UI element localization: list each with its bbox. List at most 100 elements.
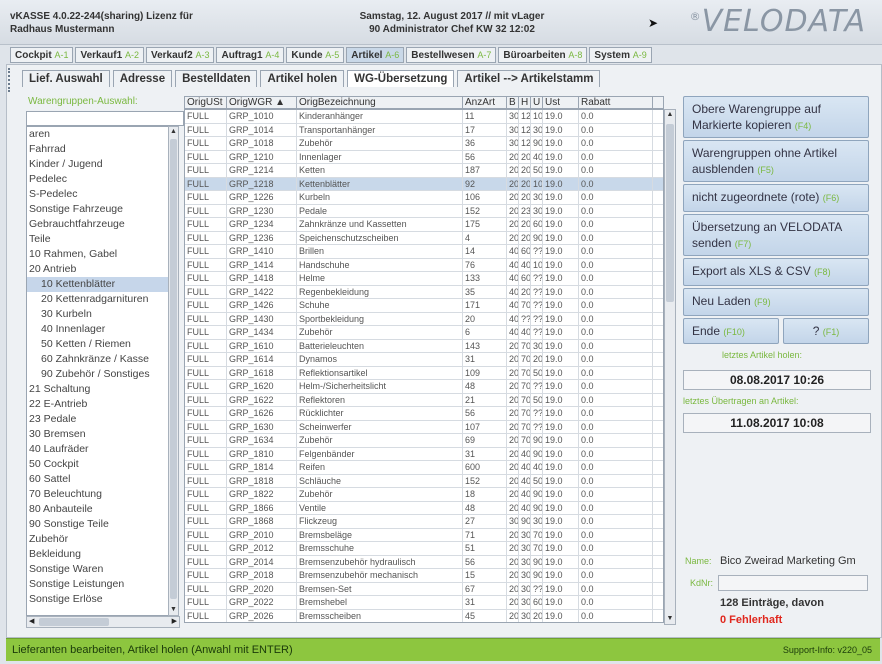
table-row[interactable]: FULL GRP_2026 Bremsscheiben 45 20 30 20 19.0 0.0 — [185, 609, 663, 622]
scroll-right-icon[interactable]: ▶ — [172, 617, 177, 627]
end-button[interactable]: Ende (F10) — [683, 318, 779, 344]
table-row[interactable]: FULL GRP_1430 Sportbekleidung 20 40???? 19.0 0… — [185, 312, 663, 326]
table-row[interactable]: FULL GRP_1236 Speichenschutzscheiben 4 20 20 9… — [185, 231, 663, 245]
reload-button[interactable]: Neu Laden (F9) — [683, 288, 869, 316]
table-row[interactable]: FULL GRP_1226 Kurbeln 106 20 20 30 19.0 0.0 — [185, 191, 663, 205]
wg-list-item[interactable]: 30 Kurbeln — [27, 307, 169, 322]
wg-list-item[interactable]: Sonstige Fahrzeuge — [27, 202, 169, 217]
table-row[interactable]: FULL GRP_1620 Helm-/Sicherheitslicht 48 20 70… — [185, 380, 663, 394]
table-row[interactable]: FULL GRP_1422 Regenbekleidung 35 40 20?? 19.0 0… — [185, 285, 663, 299]
wg-list-item[interactable]: aren — [27, 127, 169, 142]
wg-list-item[interactable]: 70 Beleuchtung — [27, 487, 169, 502]
scroll-left-icon[interactable]: ◀ — [29, 617, 34, 627]
table-row[interactable]: FULL GRP_1818 Schläuche 152 20 40 50 19.0 0.0 — [185, 474, 663, 488]
tab-adresse[interactable]: Adresse — [112, 70, 173, 87]
copy-wg-button[interactable]: Obere Warengruppe auf Markierte kopieren… — [683, 96, 869, 138]
col-anzart[interactable]: AnzArt — [463, 97, 507, 109]
scroll-thumb[interactable] — [666, 124, 674, 302]
col-origwgr[interactable]: OrigWGR ▲ — [227, 97, 297, 109]
table-row[interactable]: FULL GRP_1868 Flickzeug 27 30 90 30 19.0 0.0 — [185, 515, 663, 529]
tab-bueroarbeiten[interactable]: Büroarbeiten A-8 — [498, 47, 588, 63]
tab-system[interactable]: System A-9 — [589, 47, 652, 63]
wg-list-item[interactable]: Sonstige Erlöse — [27, 592, 169, 607]
tab-kunde[interactable]: Kunde A-5 — [286, 47, 345, 63]
scroll-up-icon[interactable]: ▲ — [169, 127, 178, 137]
tab-bestellwesen[interactable]: Bestellwesen A-7 — [406, 47, 497, 63]
wg-list-item[interactable]: 90 Sonstige Teile — [27, 517, 169, 532]
table-row[interactable]: FULL GRP_1234 Zahnkränze und Kassetten 175 2… — [185, 218, 663, 232]
table-row[interactable]: FULL GRP_1410 Brillen 14 40 60?? 19.0 0.0 — [185, 245, 663, 259]
table-row[interactable]: FULL GRP_1822 Zubehör 18 20 40 90 19.0 0.0 — [185, 488, 663, 502]
table-row[interactable]: FULL GRP_1814 Reifen 600 20 40 40 19.0 0.0 — [185, 461, 663, 475]
tab-verkauf2[interactable]: Verkauf2 A-3 — [145, 47, 215, 63]
tab-artikel-holen[interactable]: Artikel holen — [260, 70, 345, 87]
wg-list-item[interactable]: 60 Sattel — [27, 472, 169, 487]
wg-list-scrollbar[interactable]: ▲ ▼ — [168, 126, 179, 616]
wg-list-item[interactable]: Fahrrad — [27, 142, 169, 157]
table-row[interactable]: FULL GRP_2010 Bremsbeläge 71 20 30 70 19.0 0.0 — [185, 528, 663, 542]
table-row[interactable]: FULL GRP_1418 Helme 133 40 60?? 19.0 0.0 — [185, 272, 663, 286]
table-row[interactable]: FULL GRP_2018 Bremsenzubehör mechanisch 15 2… — [185, 569, 663, 583]
table-row[interactable]: FULL GRP_2020 Bremsen-Set 67 20 30?? 19.0 0.0 — [185, 582, 663, 596]
tab-artikel[interactable]: Artikel A-6 — [346, 47, 405, 63]
tab-artikel-artikelstamm[interactable]: Artikel --> Artikelstamm — [457, 70, 601, 87]
tab-cockpit[interactable]: Cockpit A-1 — [10, 47, 74, 63]
hscroll-thumb[interactable] — [39, 618, 109, 626]
wg-list-item[interactable]: 50 Cockpit — [27, 457, 169, 472]
table-row[interactable]: FULL GRP_1414 Handschuhe 76 40 40 10 19.0 0.0 — [185, 258, 663, 272]
table-row[interactable]: FULL GRP_2022 Bremshebel 31 20 30 60 19.0 0.0 — [185, 596, 663, 610]
hide-wg-button[interactable]: Warengruppen ohne Artikel ausblenden (F5… — [683, 140, 869, 182]
wg-search-input[interactable] — [26, 111, 184, 126]
table-row[interactable]: FULL GRP_1630 Scheinwerfer 107 20 70?? 19.0 0.0 — [185, 420, 663, 434]
table-row[interactable]: FULL GRP_2012 Bremsschuhe 51 20 30 70 19.0 0.0 — [185, 542, 663, 556]
table-row[interactable]: FULL GRP_1210 Innenlager 56 20 20 40 19.0 0.0 — [185, 150, 663, 164]
col-u[interactable]: U — [531, 97, 543, 109]
table-row[interactable]: FULL GRP_1018 Zubehör 36 30 12 90 19.0 0.0 — [185, 137, 663, 151]
wg-list-item[interactable]: Sonstige Waren — [27, 562, 169, 577]
help-button[interactable]: ? (F1) — [783, 318, 869, 344]
wg-list-item[interactable]: Sonstige Leistungen — [27, 577, 169, 592]
table-row[interactable]: FULL GRP_1622 Reflektoren 21 20 70 50 19.0 0.0 — [185, 393, 663, 407]
table-row[interactable]: FULL GRP_1614 Dynamos 31 20 70 20 19.0 0.0 — [185, 353, 663, 367]
table-row[interactable]: FULL GRP_1810 Felgenbänder 31 20 40 90 19.0 0.0 — [185, 447, 663, 461]
col-origust[interactable]: OrigUSt — [185, 97, 227, 109]
tab-auftrag1[interactable]: Auftrag1 A-4 — [216, 47, 285, 63]
wg-list-item[interactable]: 20 Kettenradgarnituren — [27, 292, 169, 307]
wg-list-item[interactable]: Kinder / Jugend — [27, 157, 169, 172]
wg-list-item[interactable]: 40 Laufräder — [27, 442, 169, 457]
wg-list-item[interactable]: Zubehör — [27, 532, 169, 547]
table-row[interactable]: FULL GRP_1010 Kinderanhänger 11 30 12 10 19.0 0.… — [185, 110, 663, 124]
scroll-down-icon[interactable]: ▼ — [665, 614, 675, 624]
table-row[interactable]: FULL GRP_1634 Zubehör 69 20 70 90 19.0 0.0 — [185, 434, 663, 448]
wg-list-item[interactable]: 50 Ketten / Riemen — [27, 337, 169, 352]
wg-list-item[interactable]: 20 Antrieb — [27, 262, 169, 277]
scroll-thumb[interactable] — [170, 139, 177, 599]
wg-list-item[interactable]: 22 E-Antrieb — [27, 397, 169, 412]
table-row[interactable]: FULL GRP_1618 Reflektionsartikel 109 20 70 50 1… — [185, 366, 663, 380]
panel-grip-handle[interactable] — [8, 68, 14, 92]
wg-list-item[interactable]: 10 Rahmen, Gabel — [27, 247, 169, 262]
wg-list-item[interactable]: 40 Innenlager — [27, 322, 169, 337]
unassigned-button[interactable]: nicht zugeordnete (rote) (F6) — [683, 184, 869, 212]
kdnr-field[interactable] — [718, 575, 868, 591]
wg-list-hscrollbar[interactable]: ◀ ▶ — [26, 616, 180, 628]
col-ust[interactable]: Ust — [543, 97, 579, 109]
col-b[interactable]: B — [507, 97, 519, 109]
tab-bestelldaten[interactable]: Bestelldaten — [175, 70, 258, 87]
tab-wg-uebersetzung[interactable]: WG-Übersetzung — [347, 70, 455, 87]
wg-list-item[interactable]: S-Pedelec — [27, 187, 169, 202]
table-row[interactable]: FULL GRP_1626 Rücklichter 56 20 70?? 19.0 0.0 — [185, 407, 663, 421]
table-row[interactable]: FULL GRP_1426 Schuhe 171 40 70?? 19.0 0.0 — [185, 299, 663, 313]
export-button[interactable]: Export als XLS & CSV (F8) — [683, 258, 869, 286]
wg-list-item[interactable]: 90 Zubehör / Sonstiges — [27, 367, 169, 382]
wg-list-item[interactable]: Bekleidung — [27, 547, 169, 562]
scroll-up-icon[interactable]: ▲ — [665, 110, 675, 120]
scroll-down-icon[interactable]: ▼ — [169, 605, 178, 615]
wg-list-item[interactable]: 60 Zahnkränze / Kasse — [27, 352, 169, 367]
table-row[interactable]: FULL GRP_1866 Ventile 48 20 40 90 19.0 0.0 — [185, 501, 663, 515]
wg-list-item[interactable]: 30 Bremsen — [27, 427, 169, 442]
wg-list-item[interactable]: 21 Schaltung — [27, 382, 169, 397]
wg-list-item[interactable]: 23 Pedale — [27, 412, 169, 427]
send-translation-button[interactable]: Übersetzung an VELODATA senden (F7) — [683, 214, 869, 256]
table-row[interactable]: FULL GRP_1218 Kettenblätter 92 20 20 10 19.0 0.0 — [185, 177, 663, 191]
